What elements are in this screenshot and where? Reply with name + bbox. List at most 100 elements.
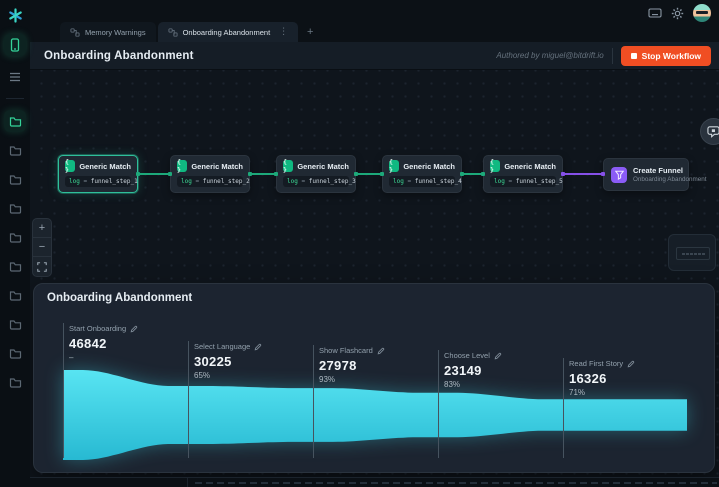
- tab-label: Onboarding Abandonment: [183, 28, 271, 37]
- edit-pencil-icon[interactable]: [130, 325, 138, 333]
- minimap-node-dash: [690, 253, 693, 255]
- node-condition: log = funnel_step_3: [283, 176, 349, 187]
- step-percent: 65%: [194, 371, 262, 380]
- step-value: 30225: [194, 354, 262, 369]
- node-title: Generic Match: [297, 162, 349, 171]
- tab-memory-warnings[interactable]: Memory Warnings: [60, 22, 156, 42]
- folder-icon[interactable]: [4, 284, 26, 306]
- app-root: Memory Warnings Onboarding Abandonment ⋮ +: [0, 0, 719, 487]
- node-condition: log = funnel_step_2: [177, 176, 243, 187]
- fit-view-icon: [37, 262, 47, 272]
- step-percent: –: [69, 353, 138, 362]
- authored-by-label: Authored by miguel@bitdrift.io: [496, 51, 603, 60]
- node-title: Generic Match: [191, 162, 243, 171]
- header-divider: [612, 48, 613, 64]
- minimap[interactable]: [668, 234, 716, 271]
- node-condition: log = funnel_step_5: [490, 176, 556, 187]
- step-label: Show Flashcard: [319, 346, 373, 355]
- zoom-controls: + −: [32, 218, 52, 277]
- sidebar-item-device[interactable]: [4, 34, 26, 56]
- folder-icon[interactable]: [4, 110, 26, 132]
- edit-pencil-icon[interactable]: [494, 352, 502, 360]
- folder-icon[interactable]: [4, 342, 26, 364]
- step-value: 16326: [569, 371, 635, 386]
- step-value: 46842: [69, 336, 138, 351]
- folder-icon[interactable]: [4, 371, 26, 393]
- node-title: Generic Match: [403, 162, 455, 171]
- folder-icon[interactable]: [4, 139, 26, 161]
- step-label: Start Onboarding: [69, 324, 126, 333]
- keyboard-icon[interactable]: [648, 8, 662, 18]
- workflow-icon: [168, 28, 178, 37]
- bitdrift-star-logo-icon[interactable]: [6, 6, 24, 24]
- edit-pencil-icon[interactable]: [254, 343, 262, 351]
- funnel-step-3: Show Flashcard2797893%: [319, 346, 385, 384]
- node-generic-match-4[interactable]: { } Generic Match log = funnel_step_4: [382, 155, 462, 193]
- timeline-strip-divider: [187, 478, 188, 487]
- step-divider-1: [63, 323, 64, 458]
- braces-icon: { }: [177, 160, 187, 172]
- braces-icon: { }: [65, 160, 75, 172]
- topbar-icons: [648, 4, 711, 22]
- list-icon: [9, 72, 21, 82]
- step-divider-3: [313, 345, 314, 458]
- funnel-step-2: Select Language 30225 65%: [194, 342, 262, 380]
- node-title: Generic Match: [504, 162, 556, 171]
- step-percent: 93%: [319, 375, 385, 384]
- node-title: Generic Match: [79, 162, 131, 171]
- tab-onboarding-abandonment[interactable]: Onboarding Abandonment ⋮: [158, 22, 299, 42]
- sidebar-item-list[interactable]: [4, 66, 26, 88]
- step-label: Read First Story: [569, 359, 623, 368]
- workflow-header-right: Authored by miguel@bitdrift.io Stop Work…: [496, 46, 711, 66]
- step-label: Choose Level: [444, 351, 490, 360]
- workflow-header: Onboarding Abandonment Authored by migue…: [30, 42, 719, 70]
- funnel-step-5: Read First Story 16326 71%: [569, 359, 635, 397]
- node-generic-match-1[interactable]: { }Generic Matchlog = funnel_step_1: [58, 155, 138, 193]
- node-create-funnel[interactable]: Create FunnelOnboarding Abandonment: [603, 158, 689, 191]
- step-percent: 71%: [569, 388, 635, 397]
- minimap-node-dash: [698, 253, 701, 255]
- funnel-panel: Onboarding Abandonment Start Onboarding4…: [33, 283, 715, 473]
- feedback-button[interactable]: [700, 118, 719, 145]
- node-generic-match-2[interactable]: { } Generic Match log = funnel_step_2: [170, 155, 250, 193]
- zoom-in-button[interactable]: +: [33, 219, 51, 238]
- step-label: Select Language: [194, 342, 250, 351]
- page-title: Onboarding Abandonment: [44, 50, 194, 62]
- zoom-out-button[interactable]: −: [33, 238, 51, 257]
- stop-workflow-label: Stop Workflow: [642, 51, 701, 61]
- kebab-menu-icon[interactable]: ⋮: [279, 27, 288, 37]
- node-generic-match-3[interactable]: { }Generic Matchlog = funnel_step_3: [276, 155, 356, 193]
- sidebar-folders: [4, 103, 26, 393]
- sidebar-divider: [6, 98, 24, 99]
- fit-view-button[interactable]: [33, 257, 51, 276]
- folder-icon[interactable]: [4, 313, 26, 335]
- node-subtitle: Onboarding Abandonment: [633, 176, 707, 183]
- settings-gear-icon[interactable]: [671, 7, 684, 20]
- step-divider-2: [188, 341, 189, 458]
- node-generic-match-5[interactable]: { }Generic Matchlog = funnel_step_5: [483, 155, 563, 193]
- minimap-node-dash: [694, 253, 697, 255]
- step-percent: 83%: [444, 380, 502, 389]
- add-tab-button[interactable]: +: [300, 22, 320, 42]
- folder-icon[interactable]: [4, 255, 26, 277]
- edge-2: [250, 173, 276, 175]
- minimap-node-dash: [682, 253, 685, 255]
- funnel-step-1: Start Onboarding 46842 –: [69, 324, 138, 362]
- folder-icon[interactable]: [4, 226, 26, 248]
- node-condition: log = funnel_step_4: [389, 176, 455, 187]
- bottom-timeline-strip[interactable]: [30, 477, 719, 487]
- edit-pencil-icon[interactable]: [377, 347, 385, 355]
- edit-pencil-icon[interactable]: [627, 360, 635, 368]
- stop-workflow-button[interactable]: Stop Workflow: [621, 46, 711, 66]
- folder-icon[interactable]: [4, 168, 26, 190]
- folder-icon[interactable]: [4, 197, 26, 219]
- edge-5: [563, 173, 603, 175]
- minimap-node-dash: [702, 253, 705, 255]
- chat-bubble-icon: [707, 125, 719, 138]
- funnel-icon: [611, 167, 627, 183]
- edge-1: [138, 173, 170, 175]
- device-phone-icon: [9, 38, 21, 52]
- user-avatar[interactable]: [693, 4, 711, 22]
- edge-4: [462, 173, 483, 175]
- braces-icon: { }: [389, 160, 399, 172]
